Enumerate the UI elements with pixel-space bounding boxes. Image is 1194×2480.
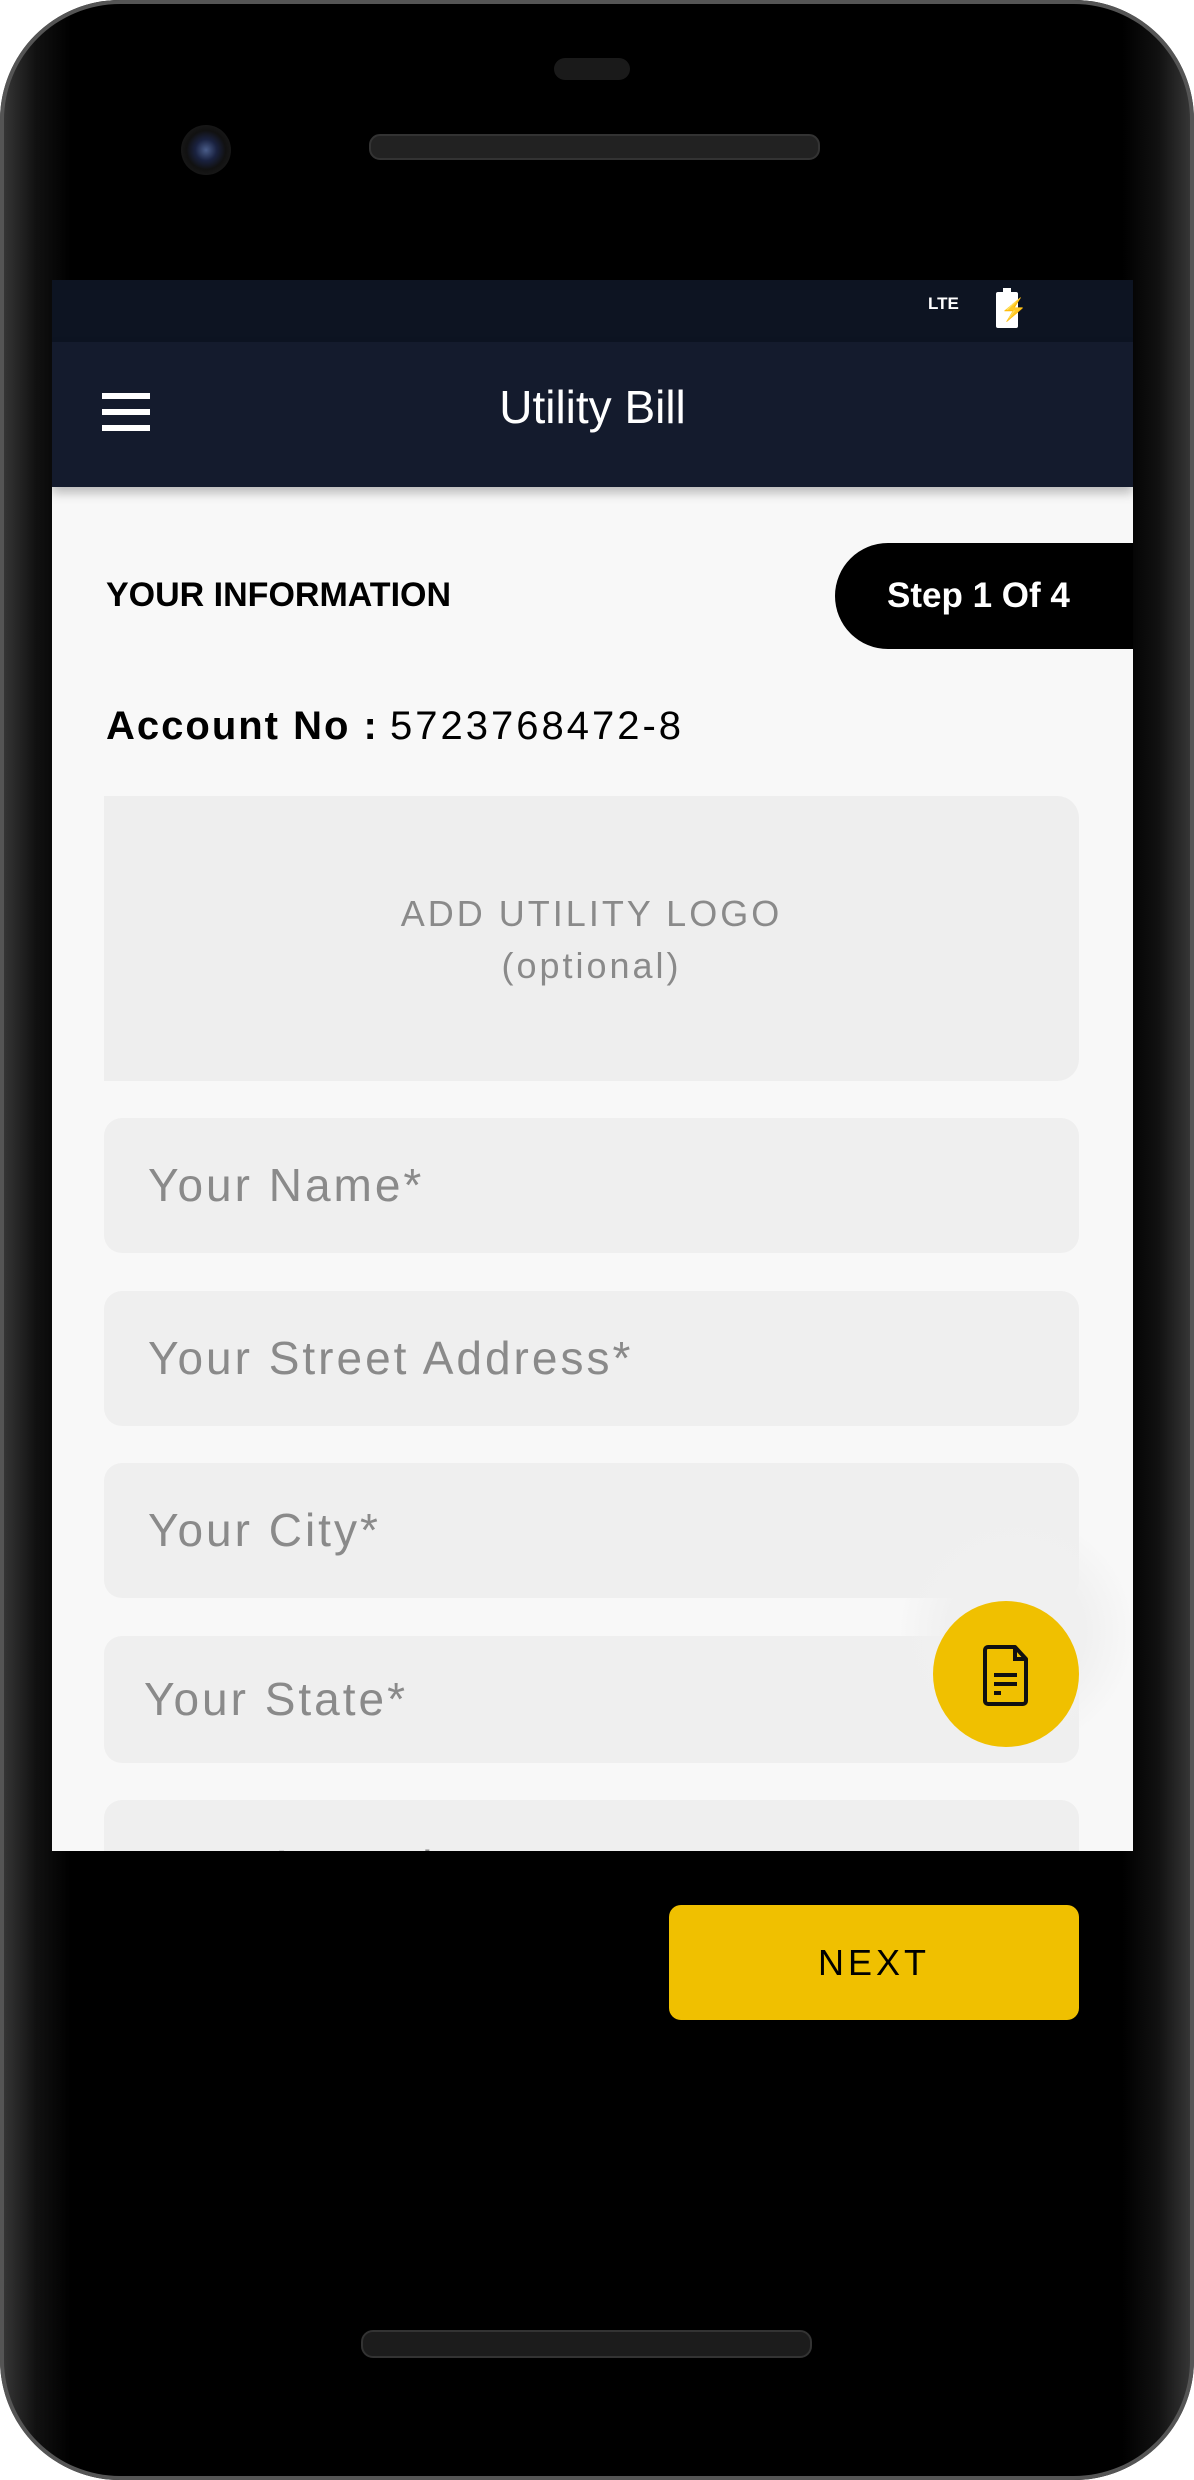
battery-charging-icon: ⚡ <box>996 288 1027 328</box>
sensor-slot <box>554 58 630 80</box>
add-logo-label: ADD UTILITY LOGO <box>400 893 783 934</box>
document-fab-button[interactable] <box>933 1601 1079 1747</box>
front-camera-icon <box>181 125 231 175</box>
zip-input[interactable]: Your Area Zip* <box>104 1800 1079 1851</box>
phone-frame: LTE ⚡ Utility Bill YOUR INFORMATION Step… <box>0 0 1194 2480</box>
section-heading: YOUR INFORMATION <box>106 576 452 614</box>
account-number: Account No : 5723768472-8 <box>106 704 684 749</box>
step-indicator: Step 1 Of 4 <box>835 543 1133 649</box>
next-button[interactable]: NEXT <box>669 1905 1079 2020</box>
add-logo-optional: (optional) <box>501 945 682 986</box>
status-bar: LTE ⚡ <box>52 280 1133 342</box>
document-icon <box>983 1645 1028 1706</box>
account-value: 5723768472-8 <box>390 704 685 748</box>
network-indicator: LTE <box>928 294 959 313</box>
street-address-input[interactable]: Your Street Address* <box>104 1291 1079 1426</box>
add-logo-button[interactable]: ADD UTILITY LOGO (optional) <box>104 796 1079 1081</box>
app-bar: Utility Bill <box>52 342 1133 487</box>
earpiece-speaker <box>369 134 820 160</box>
screen: LTE ⚡ Utility Bill YOUR INFORMATION Step… <box>52 280 1133 1851</box>
account-label: Account No : <box>106 704 379 748</box>
bottom-speaker <box>361 2330 812 2358</box>
page-title: Utility Bill <box>499 381 686 433</box>
name-input[interactable]: Your Name* <box>104 1118 1079 1253</box>
